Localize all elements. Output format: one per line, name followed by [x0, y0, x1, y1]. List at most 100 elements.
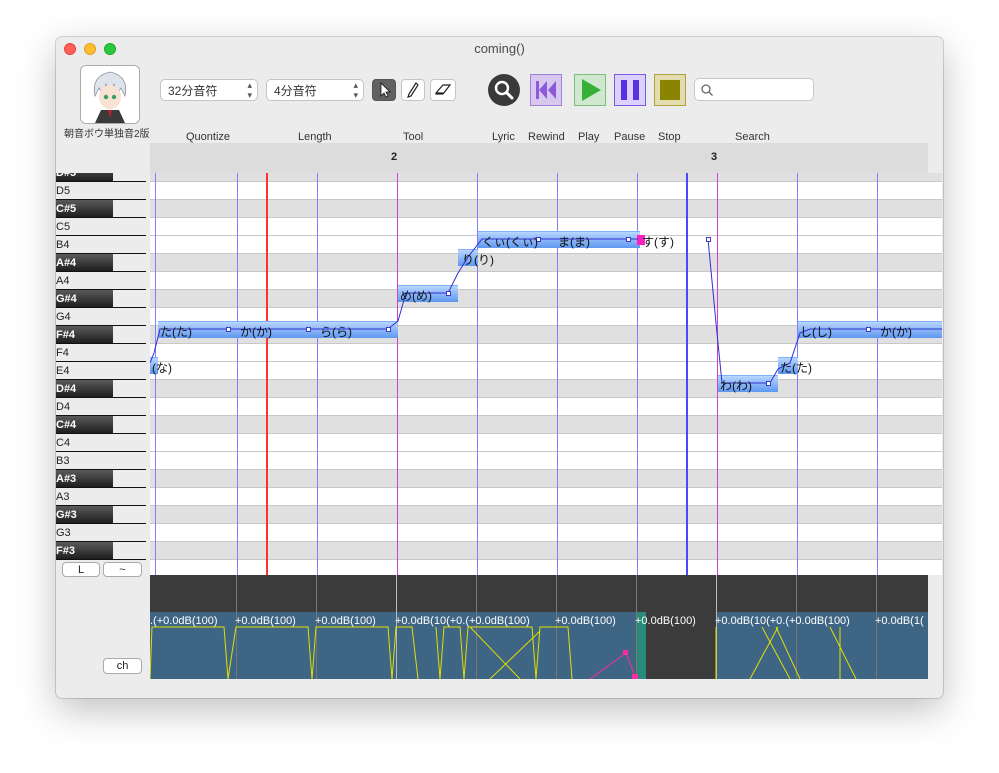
stop-label: Stop — [658, 131, 681, 143]
play-icon — [574, 74, 606, 106]
toolbar: 朝音ボウ単独音2版 32分音符 ▴ ▾ 4分音符 ▴ ▾ Quontize Le… — [56, 61, 943, 143]
close-button[interactable] — [64, 43, 76, 55]
zoom-button[interactable] — [104, 43, 116, 55]
piano-key[interactable]: G#4 — [56, 290, 150, 308]
piano-key-label: C#4 — [56, 419, 77, 431]
piano-key[interactable]: D4 — [56, 398, 150, 416]
piano-key[interactable]: C#5 — [56, 200, 150, 218]
eraser-icon — [435, 84, 452, 95]
piano-key[interactable]: C5 — [56, 218, 150, 236]
piano-key-label: B3 — [56, 455, 70, 467]
piano-key-label: D#5 — [56, 173, 77, 179]
note-lyric: め(め) — [400, 289, 432, 303]
piano-key-label: D5 — [56, 185, 71, 197]
note-lyric: ま(ま) — [558, 235, 590, 249]
piano-key[interactable]: C#4 — [56, 416, 150, 434]
title-bar: coming() — [56, 37, 943, 61]
piano-keyboard[interactable]: D#5 D5 C#5 C5 B4 A#4 A4 G#4 G4 F#4 F4 E4 D#4 D4 C#4 C4 B… — [56, 173, 150, 575]
pause-label: Pause — [614, 131, 646, 143]
rewind-label: Rewind — [528, 131, 565, 143]
search-field[interactable] — [694, 78, 814, 101]
length-select[interactable]: 4分音符 ▴ ▾ — [266, 79, 364, 101]
note-lyric: くぃ(くぃ) — [482, 235, 538, 249]
piano-key[interactable]: B4 — [56, 236, 150, 254]
quantize-select[interactable]: 32分音符 ▴ ▾ — [160, 79, 258, 101]
piano-key[interactable]: G4 — [56, 308, 150, 326]
piano-key-label: A4 — [56, 275, 70, 287]
length-value: 4分音符 — [274, 84, 317, 98]
tool-select-button[interactable] — [372, 79, 396, 101]
piano-key-label: C4 — [56, 437, 71, 449]
piano-key[interactable]: F#4 — [56, 326, 150, 344]
piano-key-label: G#4 — [56, 293, 77, 305]
note-handle[interactable] — [766, 381, 771, 386]
tilde-button[interactable]: ~ — [103, 562, 142, 577]
envelope-curve[interactable] — [150, 575, 928, 679]
measure-number: 2 — [391, 151, 398, 163]
piano-key[interactable]: G#3 — [56, 506, 150, 524]
note-lyric: た(た) — [160, 325, 192, 339]
pause-icon — [614, 74, 646, 106]
piano-key-label: D4 — [56, 401, 71, 413]
channel-button[interactable]: ch — [103, 658, 142, 674]
tool-eraser-button[interactable] — [430, 79, 456, 101]
piano-key[interactable]: A3 — [56, 488, 150, 506]
play-button[interactable] — [574, 74, 606, 106]
piano-key[interactable]: C4 — [56, 434, 150, 452]
piano-key-label: G4 — [56, 311, 71, 323]
key-divider — [56, 559, 146, 560]
velocity-envelope-panel[interactable]: .(+0.0dB(100) +0.0dB(100) +0.0dB(100) +0… — [150, 575, 928, 679]
piano-key[interactable]: A4 — [56, 272, 150, 290]
app-window: coming() 朝音ボウ単独音2版 32分音符 ▴ ▾ 4分音符 ▴ ▾ Qu… — [56, 37, 943, 698]
note-lyric: わ(わ) — [720, 379, 752, 393]
note-lyric: す(す) — [642, 235, 674, 249]
piano-key[interactable]: F#3 — [56, 542, 150, 560]
l-button[interactable]: L — [62, 562, 100, 577]
piano-key-label: A#3 — [56, 473, 77, 485]
voice-name: 朝音ボウ単独音2版 — [64, 129, 150, 140]
pitch-curve[interactable] — [150, 173, 942, 575]
search-input[interactable] — [717, 81, 813, 100]
pause-button[interactable] — [614, 74, 646, 106]
piano-roll-grid[interactable]: (な) た(た) か(か) ら(ら) め(め) り(り) くぃ(くぃ) ま(ま)… — [150, 173, 942, 575]
piano-key[interactable]: G3 — [56, 524, 150, 542]
tool-pencil-button[interactable] — [401, 79, 425, 101]
voice-avatar[interactable] — [80, 65, 140, 124]
piano-key-label: F#3 — [56, 545, 75, 557]
note-handle[interactable] — [626, 237, 631, 242]
minimize-button[interactable] — [84, 43, 96, 55]
note-lyric: ら(ら) — [320, 325, 352, 339]
rewind-button[interactable] — [530, 74, 562, 106]
piano-key-label: D#4 — [56, 383, 77, 395]
piano-key-label: A#4 — [56, 257, 77, 269]
note-lyric: か(か) — [880, 325, 912, 339]
piano-key[interactable]: B3 — [56, 452, 150, 470]
window-title: coming() — [474, 41, 525, 56]
timeline-ruler[interactable]: 2 3 — [150, 143, 928, 173]
piano-key[interactable]: F4 — [56, 344, 150, 362]
piano-key[interactable]: D#4 — [56, 380, 150, 398]
note-lyric: た(た) — [780, 361, 812, 375]
piano-key-label: C#5 — [56, 203, 77, 215]
note-handle[interactable] — [706, 237, 711, 242]
piano-key-label: G3 — [56, 527, 71, 539]
stop-button[interactable] — [654, 74, 686, 106]
measure-number: 3 — [711, 151, 718, 163]
note-handle[interactable] — [446, 291, 451, 296]
note-lyric: し(し) — [800, 325, 832, 339]
piano-key[interactable]: E4 — [56, 362, 150, 380]
piano-key[interactable]: D5 — [56, 182, 150, 200]
stop-icon — [654, 74, 686, 106]
rewind-icon — [530, 74, 562, 106]
note-lyric: り(り) — [462, 253, 494, 267]
piano-key-label: B4 — [56, 239, 70, 251]
note-handle[interactable] — [866, 327, 871, 332]
chevron-updown-icon: ▴ ▾ — [247, 80, 252, 100]
note-handle[interactable] — [306, 327, 311, 332]
note-handle[interactable] — [226, 327, 231, 332]
piano-key[interactable]: A#4 — [56, 254, 150, 272]
note-handle[interactable] — [386, 327, 391, 332]
piano-key[interactable]: D#5 — [56, 173, 150, 182]
piano-key[interactable]: A#3 — [56, 470, 150, 488]
lyric-button[interactable] — [488, 74, 520, 106]
